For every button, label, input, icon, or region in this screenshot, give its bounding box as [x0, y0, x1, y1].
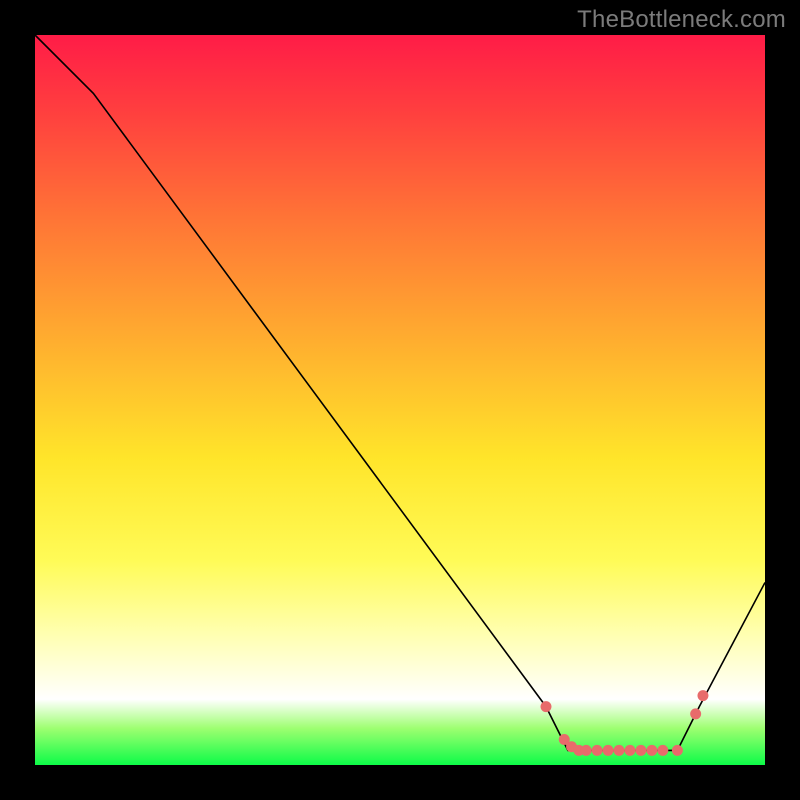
curve-group [35, 35, 765, 750]
optimal-marker [592, 745, 603, 756]
chart-overlay [35, 35, 765, 765]
optimal-marker [614, 745, 625, 756]
optimal-marker [581, 745, 592, 756]
bottleneck-curve-path [35, 35, 765, 750]
optimal-marker [541, 701, 552, 712]
optimal-marker [646, 745, 657, 756]
chart-frame: TheBottleneck.com [0, 0, 800, 800]
watermark-text: TheBottleneck.com [577, 6, 786, 34]
optimal-marker [624, 745, 635, 756]
optimal-marker [657, 745, 668, 756]
optimal-marker [697, 690, 708, 701]
optimal-marker [690, 708, 701, 719]
optimal-marker [672, 745, 683, 756]
optimal-marker [635, 745, 646, 756]
optimal-marker [603, 745, 614, 756]
